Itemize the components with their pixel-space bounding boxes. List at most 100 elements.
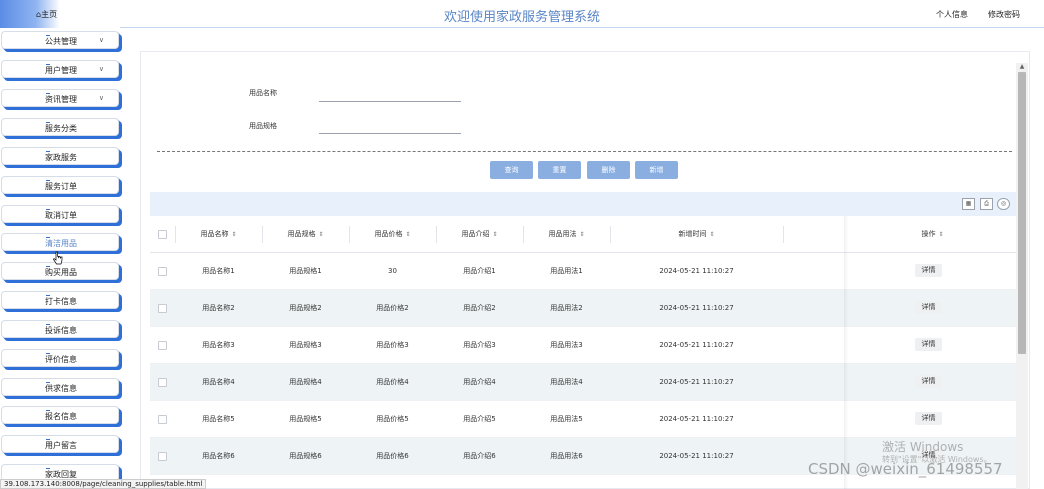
table-row: 用品名称2 用品规格2 用品价格2 用品介绍2 用品用法2 2024-05-21 11:1… <box>150 290 1020 327</box>
sidebar-item-15[interactable]: 用户留言 <box>1 435 119 453</box>
table-cell: 用品价格2 <box>376 304 409 312</box>
sort-icon[interactable]: ⇕ <box>231 231 236 238</box>
table-cell: 用品规格5 <box>289 415 322 423</box>
row-checkbox[interactable] <box>158 341 167 350</box>
sidebar-item-1[interactable]: 公共管理 ∨ <box>1 31 119 49</box>
columns-icon[interactable]: ▦ <box>962 198 975 210</box>
detail-button[interactable]: 详情 <box>915 375 942 388</box>
sidebar-item-12[interactable]: 评价信息 <box>1 349 119 367</box>
sidebar-item-14[interactable]: 报名信息 <box>1 406 119 424</box>
detail-button[interactable]: 详情 <box>915 338 942 351</box>
column-divider <box>436 226 437 243</box>
table-cell: 用品名称6 <box>202 452 235 460</box>
column-header[interactable]: 用品名称 ⇕ <box>175 216 262 253</box>
sidebar-item-5[interactable]: 家政服务 <box>1 147 119 165</box>
sort-icon[interactable]: ⇕ <box>709 231 714 238</box>
table-cell: 用品介绍3 <box>463 341 496 349</box>
sidebar-item-label: 服务分类 <box>45 124 77 133</box>
table-cell: 202 <box>783 327 833 364</box>
table-cell: 用品价格4 <box>376 378 409 386</box>
column-header-label: 用品规格 <box>287 230 316 238</box>
export-icon[interactable]: ⎙ <box>980 198 993 210</box>
scrollbar-thumb[interactable] <box>1018 72 1026 354</box>
sidebar-item-label: 服务订单 <box>45 182 77 191</box>
table-cell: 用品规格2 <box>289 304 322 312</box>
profile-link[interactable]: 个人信息 <box>936 9 968 20</box>
table-cell: 用品用法4 <box>550 378 583 386</box>
table-cell: 用品介绍5 <box>463 415 496 423</box>
sidebar-item-10[interactable]: 打卡信息 <box>1 291 119 309</box>
table-cell: 用品名称2 <box>202 304 235 312</box>
column-header-label: 用品名称 <box>200 230 229 238</box>
spec-input[interactable] <box>319 133 461 134</box>
table-cell: 2024-05-21 11:10:27 <box>659 267 734 275</box>
detail-button[interactable]: 详情 <box>915 412 942 425</box>
sort-icon[interactable]: ⇕ <box>492 231 497 238</box>
sidebar-item-3[interactable]: 资讯管理 ∨ <box>1 89 119 107</box>
table-cell: 用品规格1 <box>289 267 322 275</box>
row-checkbox[interactable] <box>158 415 167 424</box>
column-header[interactable]: 用品规格 ⇕ <box>262 216 349 253</box>
delete-button[interactable]: 删除 <box>587 161 630 179</box>
column-header[interactable]: 操作 ⇕ <box>845 216 1020 253</box>
column-header-label: 用品介绍 <box>461 230 490 238</box>
table-row: 用品名称3 用品规格3 用品价格3 用品介绍3 用品用法3 2024-05-21 11:1… <box>150 327 1020 364</box>
row-checkbox[interactable] <box>158 452 167 461</box>
sidebar-item-label: 清洁用品 <box>45 239 77 248</box>
add-button[interactable]: 新增 <box>635 161 678 179</box>
sidebar-item-label: 报名信息 <box>45 412 77 421</box>
sort-icon[interactable]: ⇕ <box>318 231 323 238</box>
name-input[interactable] <box>319 101 461 102</box>
table-cell: 202 <box>783 290 833 327</box>
sidebar-item-11[interactable]: 投诉信息 <box>1 320 119 338</box>
row-checkbox[interactable] <box>158 267 167 276</box>
table-cell: 用品规格6 <box>289 452 322 460</box>
table-cell: 用品用法2 <box>550 304 583 312</box>
column-header[interactable]: 用品用法 ⇕ <box>523 216 610 253</box>
table-cell: 用品用法6 <box>550 452 583 460</box>
column-divider <box>523 226 524 243</box>
table-cell: 用品介绍2 <box>463 304 496 312</box>
sidebar-item-label: 供求信息 <box>45 384 77 393</box>
sidebar-item-label: 购买用品 <box>45 268 77 277</box>
table-cell: 用品名称4 <box>202 378 235 386</box>
table-cell: 用品价格5 <box>376 415 409 423</box>
table-cell: 用品名称5 <box>202 415 235 423</box>
change-password-link[interactable]: 修改密码 <box>988 9 1020 20</box>
status-url: 39.108.173.140:8008/page/cleaning_suppli… <box>0 479 207 489</box>
table-cell: 用品规格4 <box>289 378 322 386</box>
sidebar-item-13[interactable]: 供求信息 <box>1 378 119 396</box>
column-header[interactable]: 用品介绍 ⇕ <box>436 216 523 253</box>
header-divider <box>120 27 1044 28</box>
sidebar-item-7[interactable]: 取消订单 <box>1 205 119 223</box>
sidebar-item-label: 投诉信息 <box>45 326 77 335</box>
divider <box>157 151 1012 152</box>
chevron-down-icon[interactable]: ∨ <box>99 94 104 102</box>
table-cell: 2024-05-21 11:10:27 <box>659 452 734 460</box>
sort-icon[interactable]: ⇕ <box>579 231 584 238</box>
chevron-down-icon[interactable]: ∨ <box>99 36 104 44</box>
table-cell: 用品名称1 <box>202 267 235 275</box>
sidebar-item-8[interactable]: 清洁用品 <box>1 233 119 251</box>
table-row: 用品名称4 用品规格4 用品价格4 用品介绍4 用品用法4 2024-05-21 11:1… <box>150 364 1020 401</box>
print-icon[interactable]: ◎ <box>997 198 1010 210</box>
row-checkbox[interactable] <box>158 378 167 387</box>
sort-icon[interactable]: ⇕ <box>405 231 410 238</box>
detail-button[interactable]: 详情 <box>915 264 942 277</box>
column-header[interactable]: 用品价格 ⇕ <box>349 216 436 253</box>
reset-button[interactable]: 重置 <box>538 161 581 179</box>
column-header[interactable]: 新增时间 ⇕ <box>610 216 783 253</box>
query-button[interactable]: 查询 <box>490 161 533 179</box>
sort-icon[interactable]: ⇕ <box>938 231 943 238</box>
sidebar-item-label: 打卡信息 <box>45 297 77 306</box>
row-checkbox[interactable] <box>158 304 167 313</box>
select-all-checkbox[interactable] <box>158 230 167 239</box>
column-divider <box>262 226 263 243</box>
sidebar-item-6[interactable]: 服务订单 <box>1 176 119 194</box>
scroll-up-icon[interactable]: ▲ <box>1016 63 1028 72</box>
chevron-down-icon[interactable]: ∨ <box>99 65 104 73</box>
table-cell: 202 <box>783 253 833 290</box>
sidebar-item-2[interactable]: 用户管理 ∨ <box>1 60 119 78</box>
detail-button[interactable]: 详情 <box>915 301 942 314</box>
sidebar-item-4[interactable]: 服务分类 <box>1 118 119 136</box>
